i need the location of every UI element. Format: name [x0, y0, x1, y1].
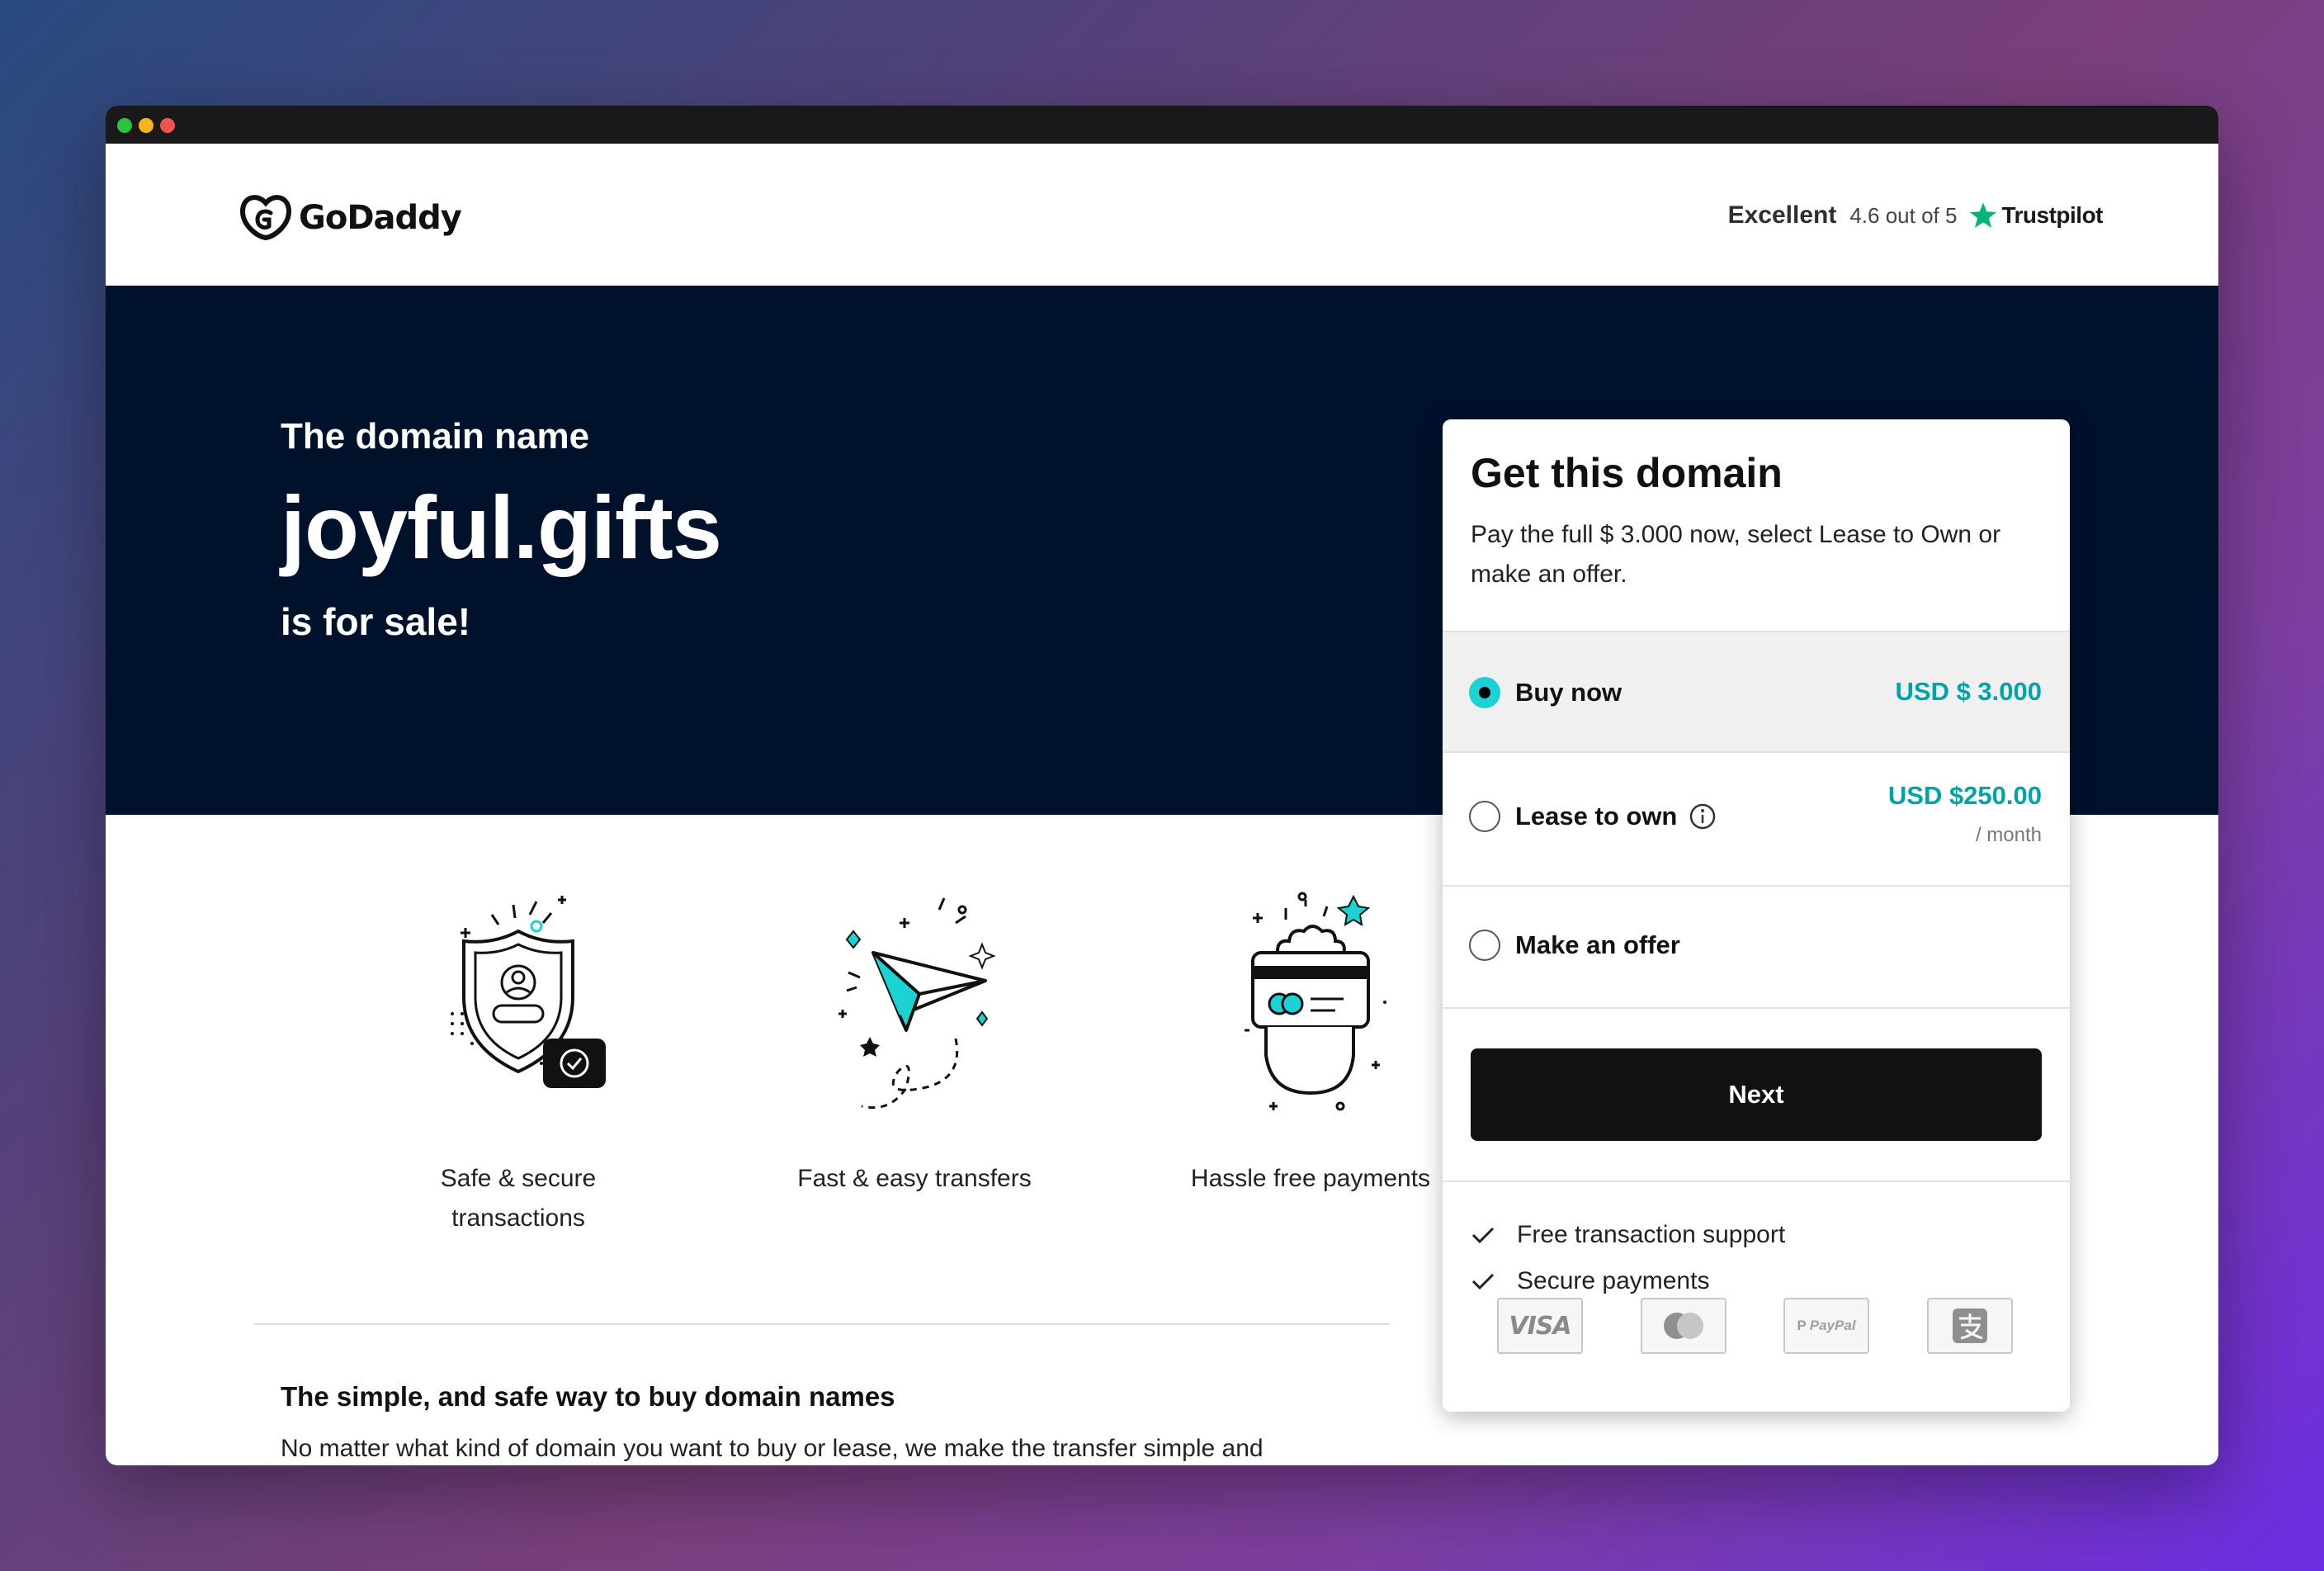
feature-label-line: Fast & easy transfers	[797, 1165, 1032, 1192]
feature-label-line: transactions	[451, 1204, 585, 1232]
window-maximize-button[interactable]	[117, 118, 132, 133]
radio-buy-now[interactable]	[1469, 677, 1500, 708]
alipay-icon	[1927, 1298, 2013, 1354]
hero-for-sale: is for sale!	[281, 600, 471, 643]
features-section: Safe & secure transactions Fast & easy t…	[271, 890, 1451, 1286]
feature-label: Hassle free payments	[1162, 1159, 1459, 1199]
section-divider	[254, 1323, 1390, 1325]
mastercard-icon	[1641, 1298, 1726, 1354]
card-hand-icon	[1245, 892, 1386, 1111]
window-minimize-button[interactable]	[139, 118, 154, 133]
paper-plane-icon	[838, 897, 996, 1110]
option-label: Buy now	[1515, 678, 1623, 707]
trustpilot-score: 4.6 out of 5	[1849, 202, 1958, 228]
feature-secure: Safe & secure transactions	[370, 890, 667, 1238]
trustpilot-rating-word: Excellent	[1727, 201, 1837, 229]
feature-label: Safe & secure transactions	[370, 1159, 667, 1238]
trustpilot-star-icon	[1970, 202, 1997, 228]
window-close-button[interactable]	[160, 118, 175, 133]
browser-window: GoDaddy Excellent 4.6 out of 5 Trustpilo…	[106, 106, 2218, 1465]
site-header: GoDaddy Excellent 4.6 out of 5 Trustpilo…	[106, 144, 2218, 286]
option-lease-to-own[interactable]: Lease to own USD $250.00 / month	[1443, 751, 2070, 885]
radio-make-offer[interactable]	[1469, 930, 1500, 961]
purchase-card: Get this domain Pay the full $ 3.000 now…	[1443, 419, 2070, 1412]
card-subtitle: Pay the full $ 3.000 now, select Lease t…	[1471, 521, 2001, 588]
option-label: Lease to own	[1515, 802, 1678, 830]
option-label: Make an offer	[1515, 930, 1680, 959]
perks-section: Free transaction support Secure payments	[1443, 1181, 2070, 1412]
feature-label-line: Hassle free payments	[1190, 1165, 1431, 1192]
feature-transfers: Fast & easy transfers	[766, 890, 1063, 1199]
feature-label: Fast & easy transfers	[766, 1159, 1063, 1199]
perk-item: Secure payments	[1471, 1265, 1709, 1298]
godaddy-logo-icon	[239, 195, 292, 241]
info-body: No matter what kind of domain you want t…	[281, 1435, 1264, 1462]
hero-pretitle: The domain name	[281, 416, 590, 457]
card-title: Get this domain	[1471, 450, 1783, 496]
check-icon	[1471, 1227, 1495, 1244]
option-price-period: / month	[1975, 824, 2042, 846]
option-price: USD $ 3.000	[1895, 677, 2043, 706]
visa-label: VISA	[1509, 1311, 1571, 1341]
feature-payments: Hassle free payments	[1162, 890, 1459, 1199]
perk-label: Free transaction support	[1517, 1221, 1786, 1248]
visa-icon: VISA	[1497, 1298, 1583, 1354]
window-titlebar	[106, 106, 2218, 144]
logo-text: GoDaddy	[299, 199, 462, 237]
godaddy-logo[interactable]: GoDaddy	[239, 193, 462, 243]
paypal-icon: P PayPal	[1783, 1298, 1869, 1354]
option-price: USD $250.00	[1887, 781, 2042, 810]
paypal-label: PayPal	[1809, 1318, 1856, 1333]
trustpilot-rating[interactable]: Excellent 4.6 out of 5 Trustpilot	[1727, 195, 2104, 236]
trustpilot-brand: Trustpilot	[2001, 202, 2103, 228]
check-icon	[1471, 1273, 1495, 1290]
perk-item: Free transaction support	[1471, 1218, 1785, 1252]
perk-label: Secure payments	[1517, 1267, 1710, 1294]
info-icon[interactable]	[1689, 802, 1717, 830]
info-title: The simple, and safe way to buy domain n…	[281, 1381, 895, 1412]
option-buy-now[interactable]: Buy now USD $ 3.000	[1443, 631, 2070, 751]
feature-label-line: Safe & secure	[440, 1165, 597, 1192]
shield-icon	[451, 896, 606, 1088]
option-label-wrap: Lease to own	[1515, 799, 1717, 834]
next-button[interactable]: Next	[1471, 1048, 2042, 1141]
radio-lease-to-own[interactable]	[1469, 801, 1500, 832]
option-make-offer[interactable]: Make an offer	[1443, 885, 2070, 1007]
hero-domain-name: joyful.gifts	[281, 477, 722, 577]
